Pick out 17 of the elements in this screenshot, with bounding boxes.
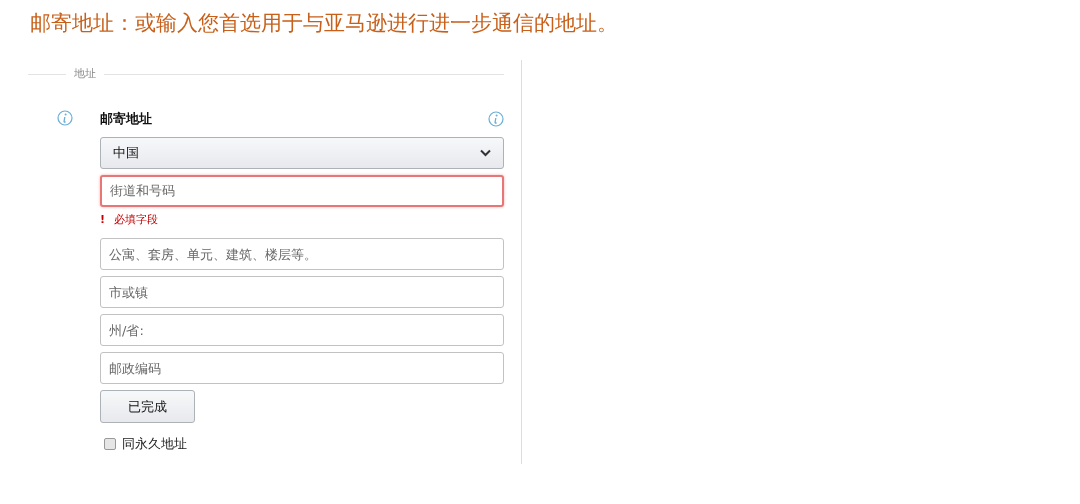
error-mark: !: [100, 211, 106, 228]
section-legend: 地址: [74, 66, 96, 83]
country-select[interactable]: 中国: [100, 136, 504, 169]
input-field[interactable]: 公寓、套房、单元、建筑、楼层等。: [100, 238, 504, 270]
input-field[interactable]: 州/省:: [100, 314, 504, 346]
input-field[interactable]: 市或镇: [100, 276, 504, 308]
chevron-down-icon: [480, 148, 491, 157]
page-heading: 邮寄地址：或输入您首选用于与亚马逊进行进一步通信的地址。: [30, 10, 618, 37]
checkbox-label: 同永久地址: [122, 435, 187, 453]
checkbox[interactable]: [104, 437, 116, 450]
input-field[interactable]: 街道和号码: [100, 174, 504, 207]
info-icon[interactable]: [57, 109, 73, 126]
info-icon[interactable]: [488, 110, 504, 127]
field-label: 邮寄地址: [100, 109, 152, 128]
error-message: 必填字段: [114, 211, 159, 228]
done-button[interactable]: 已完成: [100, 390, 195, 423]
input-field[interactable]: 邮政编码: [100, 352, 504, 384]
